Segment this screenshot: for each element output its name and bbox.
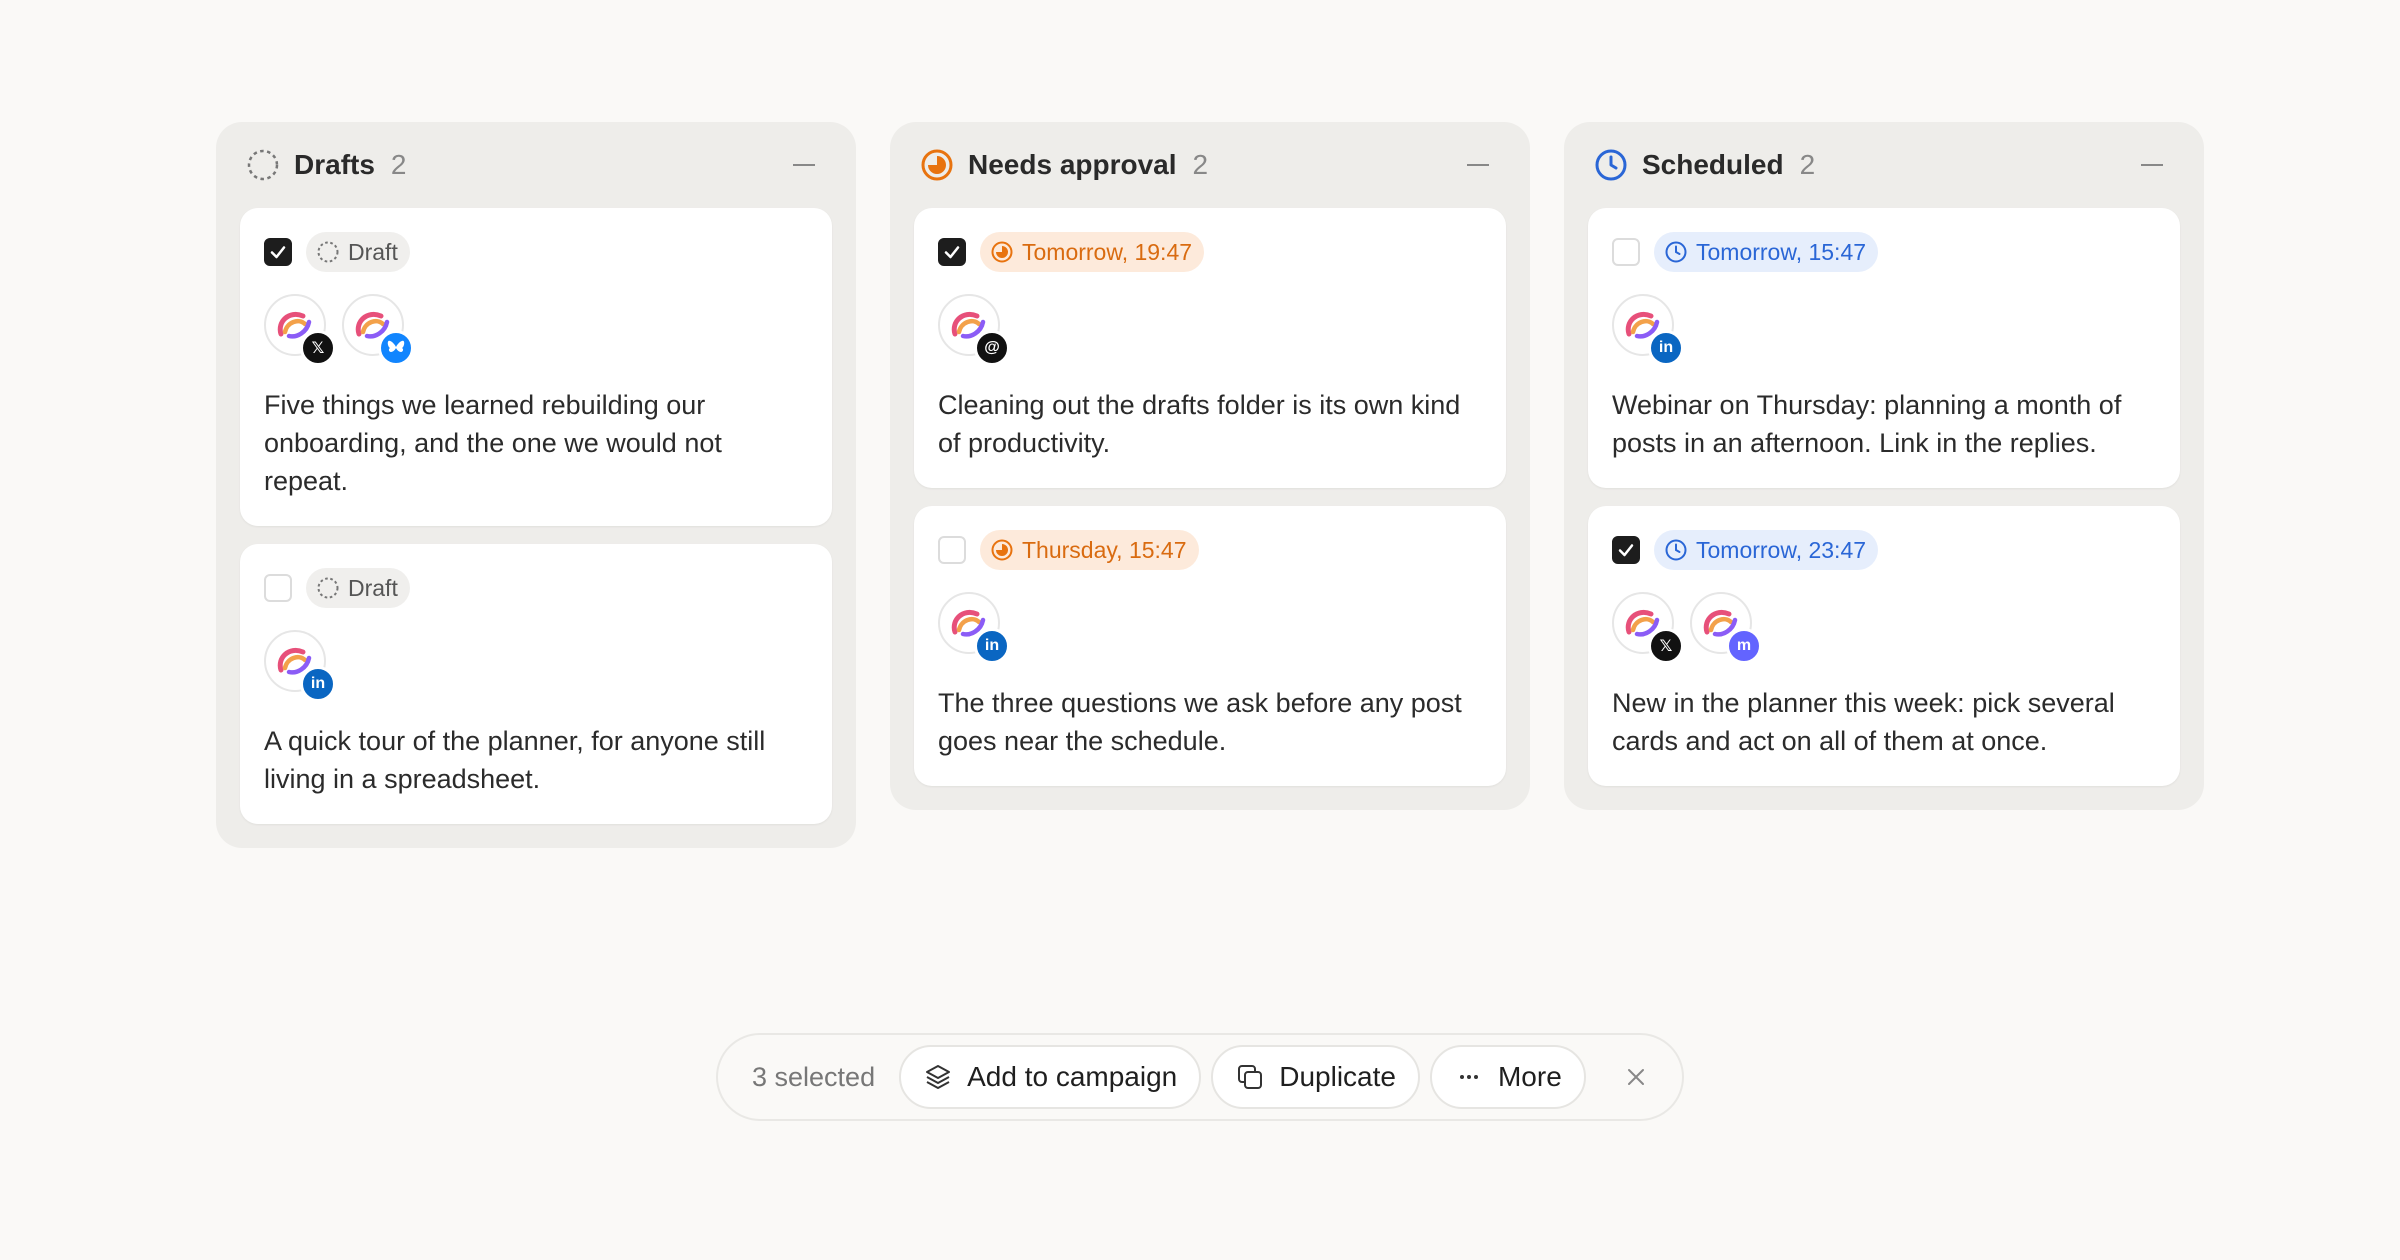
column-title: Needs approval: [968, 149, 1177, 180]
column-header: Scheduled 2: [1588, 122, 2180, 208]
collapse-column-button[interactable]: [1458, 145, 1498, 185]
selected-count: 3 selected: [752, 1061, 876, 1092]
check-icon: [270, 246, 286, 259]
post-text: Five things we learned rebuilding our on…: [264, 390, 722, 496]
collapse-column-button[interactable]: [2132, 145, 2172, 185]
account-list: in: [938, 592, 1482, 666]
linkedin-icon: in: [974, 628, 1010, 664]
kanban-board: Drafts 2 Draft 𝕏 Five things we learned …: [216, 122, 2204, 848]
collapse-column-button[interactable]: [784, 145, 824, 185]
more-button[interactable]: More: [1429, 1045, 1586, 1109]
account-avatar: in: [264, 630, 336, 702]
status-badge: Draft: [306, 232, 410, 272]
more-label: More: [1497, 1061, 1562, 1092]
duplicate-button[interactable]: Duplicate: [1211, 1045, 1420, 1109]
schedule-label: Tomorrow, 19:47: [1022, 238, 1193, 265]
add-to-campaign-label: Add to campaign: [967, 1061, 1178, 1092]
column-scheduled: Scheduled 2 Tomorrow, 15:47 in Webinar o…: [1564, 122, 2204, 810]
half-circle-progress-icon: [920, 148, 954, 182]
schedule-label: Tomorrow, 15:47: [1696, 238, 1867, 265]
account-avatar: 𝕏: [264, 294, 336, 366]
column-header: Drafts 2: [240, 122, 832, 208]
bulk-action-bar: 3 selected Add to campaign Duplicate Mor…: [716, 1033, 1684, 1121]
x-icon: 𝕏: [300, 330, 336, 366]
account-avatar: in: [938, 592, 1010, 664]
check-icon: [944, 246, 960, 259]
schedule-badge: Tomorrow, 19:47: [980, 232, 1205, 272]
select-checkbox[interactable]: [1612, 238, 1640, 266]
copy-icon: [1235, 1062, 1265, 1092]
post-card[interactable]: Draft in A quick tour of the planner, fo…: [240, 544, 832, 824]
add-to-campaign-button[interactable]: Add to campaign: [899, 1045, 1202, 1109]
dashed-circle-icon: [316, 240, 340, 264]
post-card[interactable]: Thursday, 15:47 in The three questions w…: [914, 506, 1506, 786]
clock-icon: [1664, 240, 1688, 264]
check-icon: [1618, 544, 1634, 557]
close-selection-button[interactable]: [1614, 1055, 1658, 1099]
column-title: Scheduled: [1642, 149, 1784, 180]
duplicate-label: Duplicate: [1279, 1061, 1396, 1092]
ellipsis-icon: [1454, 1062, 1484, 1092]
select-checkbox[interactable]: [264, 574, 292, 602]
status-label: Draft: [348, 574, 398, 601]
account-avatar: in: [1612, 294, 1684, 366]
half-circle-progress-icon: [990, 240, 1014, 264]
column-count: 2: [390, 149, 407, 180]
select-checkbox[interactable]: [1612, 536, 1640, 564]
minus-icon: [2141, 164, 2163, 166]
column-count: 2: [1192, 149, 1209, 180]
post-text: The three questions we ask before any po…: [938, 688, 1462, 756]
column-header: Needs approval 2: [914, 122, 1506, 208]
half-circle-progress-icon: [990, 538, 1014, 562]
post-text: Webinar on Thursday: planning a month of…: [1612, 390, 2122, 458]
schedule-badge: Tomorrow, 15:47: [1654, 232, 1879, 272]
account-avatar: m: [1690, 592, 1762, 664]
column-needs-approval: Needs approval 2 Tomorrow, 19:47 @ Clean…: [890, 122, 1530, 810]
schedule-label: Tomorrow, 23:47: [1696, 536, 1867, 563]
minus-icon: [1467, 164, 1489, 166]
post-card[interactable]: Tomorrow, 23:47 𝕏 m New in the planner t…: [1588, 506, 2180, 786]
schedule-label: Thursday, 15:47: [1022, 536, 1187, 563]
account-list: in: [264, 630, 808, 704]
schedule-badge: Tomorrow, 23:47: [1654, 530, 1879, 570]
account-list: 𝕏: [264, 294, 808, 368]
account-list: @: [938, 294, 1482, 368]
select-checkbox[interactable]: [938, 238, 966, 266]
status-label: Draft: [348, 238, 398, 265]
account-avatar: @: [938, 294, 1010, 366]
column-title: Drafts: [294, 149, 375, 180]
clock-icon: [1594, 148, 1628, 182]
column-count: 2: [1799, 149, 1816, 180]
post-text: New in the planner this week: pick sever…: [1612, 688, 2115, 756]
post-card[interactable]: Tomorrow, 15:47 in Webinar on Thursday: …: [1588, 208, 2180, 488]
status-badge: Draft: [306, 568, 410, 608]
mastodon-icon: m: [1726, 628, 1762, 664]
account-list: in: [1612, 294, 2156, 368]
account-list: 𝕏 m: [1612, 592, 2156, 666]
schedule-badge: Thursday, 15:47: [980, 530, 1199, 570]
select-checkbox[interactable]: [938, 536, 966, 564]
linkedin-icon: in: [1648, 330, 1684, 366]
account-avatar: 𝕏: [1612, 592, 1684, 664]
select-checkbox[interactable]: [264, 238, 292, 266]
post-card[interactable]: Draft 𝕏 Five things we learned rebuildin…: [240, 208, 832, 526]
minus-icon: [793, 164, 815, 166]
close-icon: [1627, 1069, 1644, 1085]
column-drafts: Drafts 2 Draft 𝕏 Five things we learned …: [216, 122, 856, 848]
account-avatar: [342, 294, 414, 366]
dashed-circle-icon: [316, 576, 340, 600]
threads-icon: @: [974, 330, 1010, 366]
x-icon: 𝕏: [1648, 628, 1684, 664]
clock-icon: [1664, 538, 1688, 562]
dashed-circle-icon: [246, 148, 280, 182]
layers-icon: [923, 1062, 953, 1092]
bluesky-icon: [378, 330, 414, 366]
post-text: Cleaning out the drafts folder is its ow…: [938, 390, 1461, 458]
linkedin-icon: in: [300, 666, 336, 702]
post-card[interactable]: Tomorrow, 19:47 @ Cleaning out the draft…: [914, 208, 1506, 488]
post-text: A quick tour of the planner, for anyone …: [264, 726, 766, 794]
